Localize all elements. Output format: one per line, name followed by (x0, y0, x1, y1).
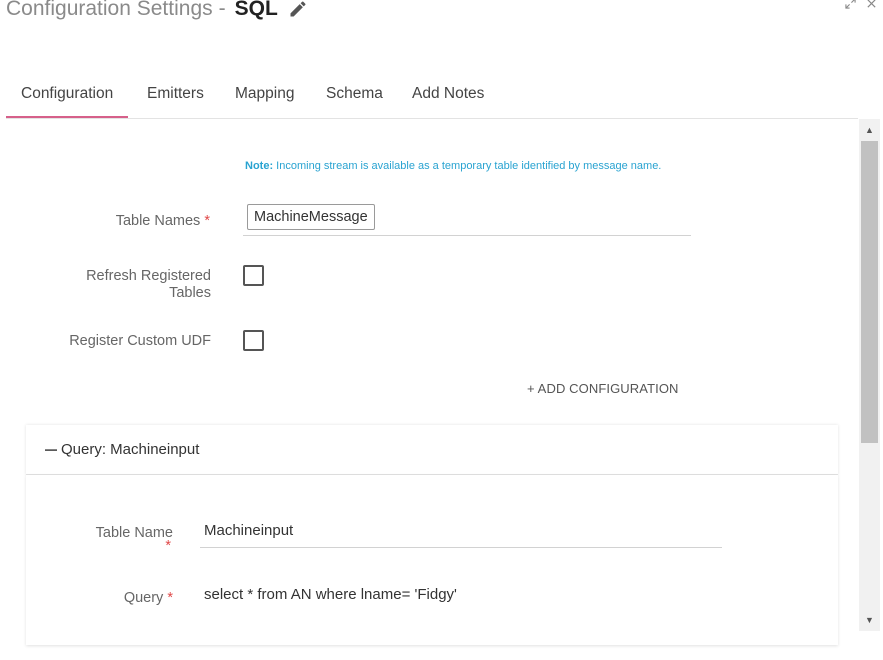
query-label: Query * (123, 590, 173, 606)
table-names-underline (243, 235, 691, 236)
query-panel-header[interactable]: Query: Machineinput (26, 425, 838, 475)
required-marker: * (167, 590, 173, 606)
note-text: Incoming stream is available as a tempor… (276, 160, 662, 172)
info-note: Note: Incoming stream is available as a … (245, 160, 661, 172)
scroll-down-icon[interactable]: ▼ (859, 611, 880, 629)
register-custom-udf-checkbox[interactable] (243, 330, 264, 351)
scrollbar-thumb[interactable] (861, 141, 878, 443)
tab-emitters[interactable]: Emitters (147, 84, 204, 117)
dialog-title: Configuration Settings - SQL (6, 0, 308, 21)
tab-configuration[interactable]: Configuration (5, 84, 129, 118)
query-table-name-label: Table Name * (60, 525, 173, 554)
register-custom-udf-label: Register Custom UDF (69, 333, 211, 349)
title-separator: - (218, 0, 226, 20)
vertical-scrollbar[interactable]: ▲ ▼ (859, 119, 880, 631)
pencil-icon[interactable] (288, 0, 308, 19)
query-panel-title: Query: Machineinput (45, 441, 199, 458)
tab-add-notes[interactable]: Add Notes (412, 84, 484, 117)
title-text: Configuration Settings (6, 0, 213, 20)
tab-mapping[interactable]: Mapping (235, 84, 294, 117)
add-configuration-button[interactable]: + ADD CONFIGURATION (527, 381, 679, 396)
tab-bar: Configuration Emitters Mapping Schema Ad… (5, 84, 858, 119)
minus-icon (45, 449, 57, 451)
query-table-name-underline (200, 547, 722, 548)
note-prefix: Note: (245, 160, 274, 172)
table-names-label: Table Names * (115, 213, 210, 229)
component-name: SQL (234, 0, 278, 20)
query-panel-body (26, 475, 838, 645)
expand-icon[interactable] (845, 0, 856, 12)
refresh-registered-tables-checkbox[interactable] (243, 265, 264, 286)
refresh-registered-tables-label: Refresh Registered Tables (86, 268, 211, 301)
table-name-chip[interactable]: MachineMessage (247, 204, 375, 230)
required-marker: * (165, 538, 171, 554)
required-marker: * (204, 213, 210, 229)
tab-schema[interactable]: Schema (326, 84, 383, 117)
close-icon[interactable] (866, 0, 877, 12)
scroll-up-icon[interactable]: ▲ (859, 121, 880, 139)
query-editor[interactable]: select * from AN where lname= 'Fidgy' (204, 586, 457, 603)
query-table-name-value[interactable]: Machineinput (204, 522, 293, 539)
